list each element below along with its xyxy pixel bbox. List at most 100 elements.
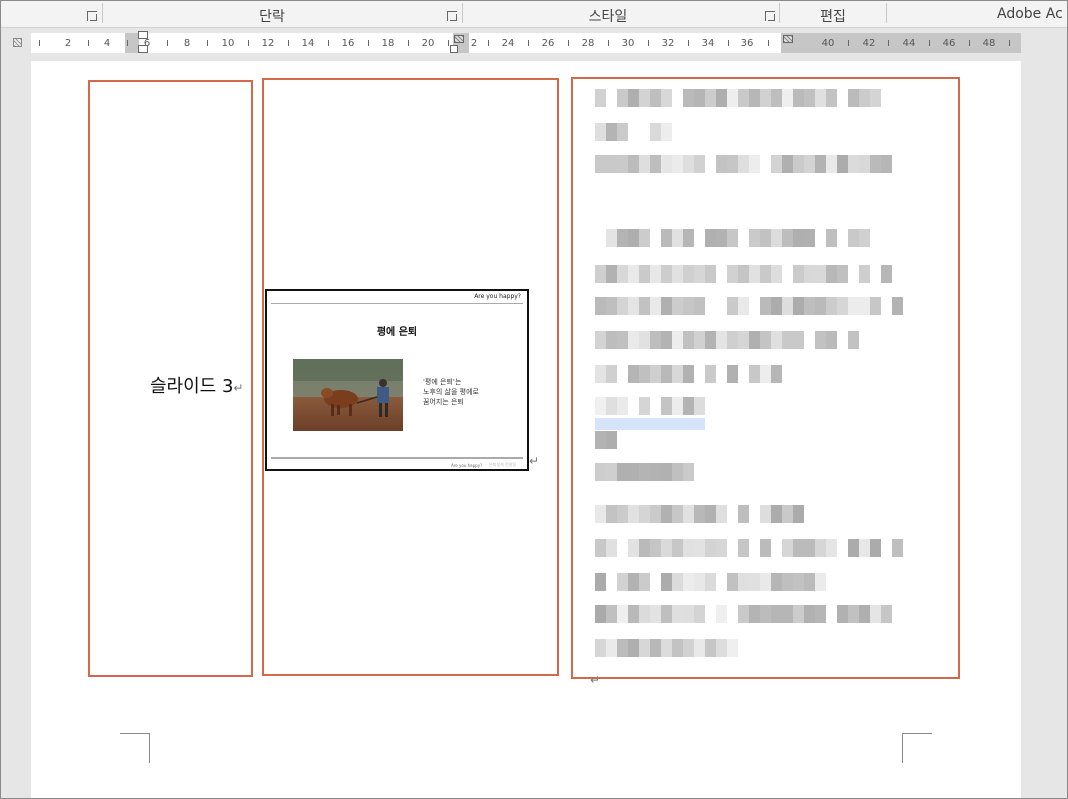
blur-pixel — [892, 297, 903, 315]
blur-pixel — [870, 605, 881, 623]
blur-pixel — [650, 605, 661, 623]
blur-pixel — [606, 265, 617, 283]
blur-pixel — [760, 331, 771, 349]
blur-pixel — [738, 155, 749, 173]
blur-pixel — [628, 365, 639, 383]
blur-pixel — [727, 365, 738, 383]
blur-pixel — [705, 297, 716, 315]
blur-pixel — [881, 539, 892, 557]
blur-pixel — [837, 89, 848, 107]
ruler-tick — [568, 40, 569, 46]
blur-pixel — [650, 639, 661, 657]
blur-pixel — [628, 573, 639, 591]
group-label-editing: 편집 — [820, 9, 846, 25]
tab-selector-icon[interactable] — [13, 38, 22, 47]
blur-pixel — [782, 505, 793, 523]
blur-pixel — [771, 539, 782, 557]
blur-pixel — [639, 463, 650, 481]
blur-pixel — [628, 297, 639, 315]
blur-pixel — [705, 539, 716, 557]
ruler-tick — [448, 40, 449, 46]
blur-pixel — [793, 331, 804, 349]
blur-pixel — [793, 605, 804, 623]
blur-pixel — [826, 539, 837, 557]
blur-pixel — [859, 605, 870, 623]
paragraph-dialog-launcher-icon[interactable] — [447, 11, 457, 21]
ruler-tick-label: 24 — [501, 38, 515, 49]
blur-pixel — [727, 89, 738, 107]
blur-pixel — [826, 89, 837, 107]
blur-pixel — [804, 331, 815, 349]
table-cell-notes[interactable] — [571, 77, 960, 679]
hanging-indent-marker[interactable] — [138, 45, 148, 53]
blur-pixel — [661, 397, 672, 415]
blur-pixel — [804, 155, 815, 173]
blur-pixel — [694, 505, 705, 523]
blur-pixel — [815, 331, 826, 349]
blur-pixel — [760, 89, 771, 107]
blur-pixel — [617, 123, 628, 141]
ruler-tick — [888, 40, 889, 46]
blurred-text-line — [595, 123, 672, 141]
blur-pixel — [606, 605, 617, 623]
styles-dialog-launcher-icon[interactable] — [765, 11, 775, 21]
column-gutter-marker[interactable] — [783, 35, 793, 43]
blur-pixel — [606, 123, 617, 141]
blur-pixel — [683, 89, 694, 107]
blur-pixel — [760, 155, 771, 173]
blur-pixel — [672, 539, 683, 557]
blur-pixel — [661, 297, 672, 315]
blur-pixel — [716, 605, 727, 623]
blur-pixel — [617, 397, 628, 415]
blur-pixel — [694, 229, 705, 247]
blur-pixel — [738, 605, 749, 623]
blur-pixel — [738, 505, 749, 523]
blur-pixel — [749, 605, 760, 623]
blur-pixel — [606, 539, 617, 557]
ruler-tick-label: 18 — [381, 38, 395, 49]
blur-pixel — [870, 265, 881, 283]
slide-body-text: '평에 은퇴'는 노후의 삶을 평에로 꿈어지는 은퇴 — [423, 377, 479, 407]
blur-pixel — [617, 155, 628, 173]
blurred-text-line — [595, 505, 804, 523]
blur-pixel — [881, 297, 892, 315]
blur-pixel — [683, 297, 694, 315]
ruler-tick — [728, 40, 729, 46]
blur-pixel — [870, 297, 881, 315]
blur-pixel — [694, 397, 705, 415]
blur-pixel — [749, 229, 760, 247]
blurred-text-line — [595, 297, 903, 315]
blur-pixel — [683, 265, 694, 283]
ruler-tick-label: 28 — [581, 38, 595, 49]
blur-pixel — [705, 639, 716, 657]
blur-pixel — [705, 505, 716, 523]
blur-pixel — [892, 539, 903, 557]
blur-pixel — [793, 265, 804, 283]
table-cell-slide-label[interactable]: 슬라이드 3↵ — [88, 80, 253, 677]
blur-pixel — [617, 229, 628, 247]
blur-pixel — [760, 265, 771, 283]
blur-pixel — [705, 365, 716, 383]
blur-pixel — [716, 331, 727, 349]
column-gutter-marker[interactable] — [454, 35, 464, 43]
blur-pixel — [749, 573, 760, 591]
blur-pixel — [848, 229, 859, 247]
blur-pixel — [815, 265, 826, 283]
font-dialog-launcher-icon[interactable] — [87, 11, 97, 21]
right-indent-marker[interactable] — [450, 45, 458, 53]
blur-pixel — [672, 397, 683, 415]
blur-pixel — [826, 155, 837, 173]
ruler-tick-label: 10 — [221, 38, 235, 49]
blur-pixel — [694, 365, 705, 383]
blur-pixel — [738, 265, 749, 283]
document-page[interactable]: 슬라이드 3↵ Are you happy? 평에 은퇴 '평에 은퇴'는 노후… — [31, 61, 1021, 798]
blur-pixel — [606, 331, 617, 349]
first-line-indent-marker[interactable] — [138, 31, 148, 39]
blur-pixel — [672, 505, 683, 523]
blur-pixel — [661, 605, 672, 623]
blur-pixel — [760, 229, 771, 247]
blur-pixel — [837, 229, 848, 247]
horizontal-ruler[interactable]: 2 4 6 8 10 12 14 16 18 20 2 24 26 28 30 … — [31, 31, 1021, 53]
blur-pixel — [716, 505, 727, 523]
slide-thumbnail[interactable]: Are you happy? 평에 은퇴 '평에 은퇴'는 노후의 삶을 평에로… — [265, 289, 529, 471]
